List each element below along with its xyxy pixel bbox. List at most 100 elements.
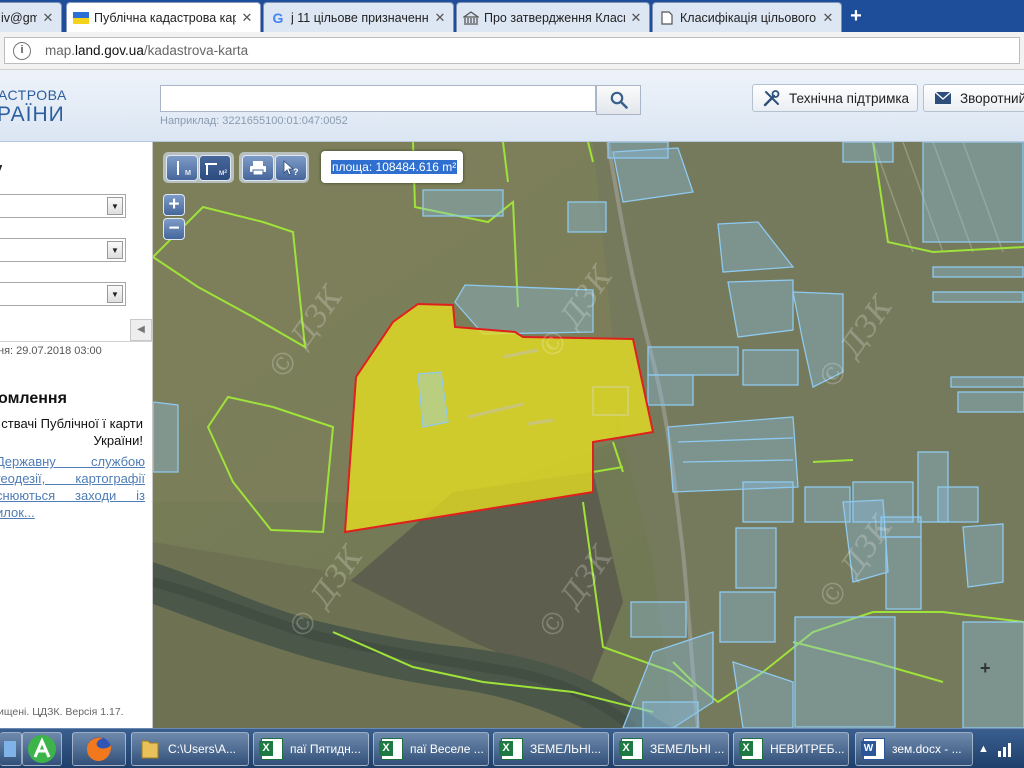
envelope-icon (934, 90, 952, 106)
tab-purpose-classification[interactable]: Класифікація цільового п ✕ (652, 2, 842, 32)
identify-button[interactable]: ? (275, 155, 307, 181)
version-footer: ищені. ЦДЗК. Версія 1.17. (0, 706, 124, 718)
taskbar-label: паї Пятидн... (290, 742, 361, 756)
taskbar-excel-5[interactable]: НЕВИТРЕБ... (733, 732, 849, 766)
document-icon (659, 10, 675, 26)
search-icon (610, 91, 628, 109)
ukraine-flag-icon (73, 10, 89, 26)
excel-icon (499, 737, 524, 761)
measure-distance-button[interactable]: м (166, 155, 198, 181)
panel-heading: у (0, 160, 2, 177)
excel-icon (739, 737, 764, 761)
area-measurement-value: площа: 108484.616 m² (331, 160, 458, 174)
site-logo[interactable]: АСТРОВА РАЇНИ (0, 88, 67, 125)
excel-icon (619, 737, 644, 761)
taskbar-excel-4[interactable]: ЗЕМЕЛЬНІ ... (613, 732, 729, 766)
feedback-label: Зворотний (960, 90, 1024, 106)
tray-expand-icon[interactable]: ▲ (978, 743, 989, 755)
tech-support-button[interactable]: Технічна підтримка (752, 84, 918, 112)
windows-taskbar: C:\Users\A... паї Пятидн... паї Веселе .… (0, 728, 1024, 768)
close-icon[interactable]: ✕ (821, 10, 835, 26)
taskbar-label: НЕВИТРЕБ... (770, 742, 845, 756)
new-tab-button[interactable]: + (843, 6, 869, 28)
dropdown-arrow-icon: ▼ (107, 241, 123, 259)
excel-icon (259, 737, 284, 761)
tab-classification-approval[interactable]: Про затвердження Класи ✕ (456, 2, 650, 32)
taskbar-label: ЗЕМЕЛЬНІ ... (650, 742, 725, 756)
google-icon: G (272, 9, 284, 26)
satellite-map-layer: © ДЗК © ДЗК © ДЗК © ДЗК © ДЗК © ДЗК (153, 142, 1024, 728)
tech-support-label: Технічна підтримка (789, 90, 910, 106)
collapse-panel-button[interactable]: ◀ (130, 319, 152, 341)
print-button[interactable] (242, 155, 274, 181)
taskbar-label: паї Веселе ... (410, 742, 484, 756)
taskbar-explorer[interactable]: C:\Users\A... (131, 732, 249, 766)
taskbar-firefox[interactable] (72, 732, 126, 766)
area-measure-icon (204, 163, 217, 175)
network-icon[interactable] (997, 740, 1015, 758)
windows-start-icon (3, 741, 16, 757)
parliament-icon (463, 10, 479, 26)
browser-tab-bar: iv@gm ✕ Публічна кадастрова кар ✕ G j 11… (0, 0, 1024, 32)
taskbar-excel-2[interactable]: паї Веселе ... (373, 732, 489, 766)
search-hint: Наприклад: 3221655100:01:047:0052 (160, 115, 348, 127)
region-select[interactable]: ▼ (0, 194, 126, 218)
taskbar-label: C:\Users\A... (168, 742, 237, 756)
cursor-question-icon: ? (283, 160, 299, 177)
taskbar-label: зем.docx - ... (892, 742, 962, 756)
cadastral-map[interactable]: © ДЗК © ДЗК © ДЗК © ДЗК © ДЗК © ДЗК м м²… (153, 142, 1024, 728)
word-icon (861, 737, 886, 761)
url-path: /kadastrova-karta (143, 43, 249, 58)
ruler-icon (176, 161, 179, 175)
site-header: АСТРОВА РАЇНИ Наприклад: 3221655100:01:0… (0, 70, 1024, 142)
measure-area-button[interactable]: м² (199, 155, 231, 181)
tab-title: Публічна кадастрова кар (94, 10, 236, 25)
taskbar-label: ЗЕМЕЛЬНІ... (530, 742, 602, 756)
svg-text:?: ? (293, 167, 299, 177)
tools-icon (763, 90, 781, 107)
brand-line-2: РАЇНИ (0, 103, 65, 126)
url-text[interactable]: map.land.gov.ua/kadastrova-karta (45, 43, 248, 58)
tab-title: iv@gm (1, 10, 37, 25)
url-subdomain: map. (45, 43, 76, 58)
district-select[interactable]: ▼ (0, 238, 126, 262)
taskbar-excel-1[interactable]: паї Пятидн... (253, 732, 369, 766)
browser-toolbar: i map.land.gov.ua/kadastrova-karta (0, 32, 1024, 70)
green-a-app-icon (28, 735, 56, 763)
dropdown-arrow-icon: ▼ (107, 285, 123, 303)
dropdown-arrow-icon: ▼ (107, 197, 123, 215)
close-icon[interactable]: ✕ (433, 10, 447, 26)
folder-icon (138, 737, 162, 761)
brand-line-1: АСТРОВА (0, 87, 67, 103)
taskbar-app-launcher[interactable] (22, 732, 62, 766)
system-tray: ▲ (978, 729, 1024, 768)
search-button[interactable] (596, 85, 641, 115)
info-icon[interactable]: i (13, 41, 31, 60)
notice-title: омлення (0, 390, 67, 407)
tab-mail[interactable]: iv@gm ✕ (0, 2, 62, 32)
tab-google-search[interactable]: G j 11 цільове призначення ✕ (263, 2, 454, 32)
crosshair-cursor-icon: + (980, 658, 991, 678)
close-icon[interactable]: ✕ (629, 10, 643, 26)
tab-cadastral-map[interactable]: Публічна кадастрова кар ✕ (66, 2, 261, 32)
data-update-date: ня: 29.07.2018 03:00 (0, 345, 102, 357)
council-select[interactable]: ▼ (0, 282, 126, 306)
taskbar-word[interactable]: зем.docx - ... (855, 732, 973, 766)
excel-icon (379, 737, 404, 761)
zoom-in-button[interactable]: + (163, 194, 185, 216)
side-panel: у ▼ ▼ ▼ ◀ ня: 29.07.2018 03:00 омлення с… (0, 142, 153, 728)
tab-title: j 11 цільове призначення (291, 10, 429, 25)
feedback-button[interactable]: Зворотний (923, 84, 1024, 112)
close-icon[interactable]: ✕ (240, 10, 254, 26)
zoom-out-button[interactable]: − (163, 218, 185, 240)
tab-title: Класифікація цільового п (680, 10, 817, 25)
close-icon[interactable]: ✕ (41, 10, 55, 26)
start-button[interactable] (0, 732, 22, 766)
cadastral-search-input[interactable] (160, 85, 596, 112)
notice-link[interactable]: Державну службою геодезії, картографії с… (0, 453, 145, 521)
url-domain: land.gov.ua (75, 43, 144, 58)
ruler-unit: м (184, 167, 192, 177)
taskbar-excel-3[interactable]: ЗЕМЕЛЬНІ... (493, 732, 609, 766)
printer-icon (250, 161, 266, 176)
address-bar[interactable]: i map.land.gov.ua/kadastrova-karta (4, 37, 1020, 64)
